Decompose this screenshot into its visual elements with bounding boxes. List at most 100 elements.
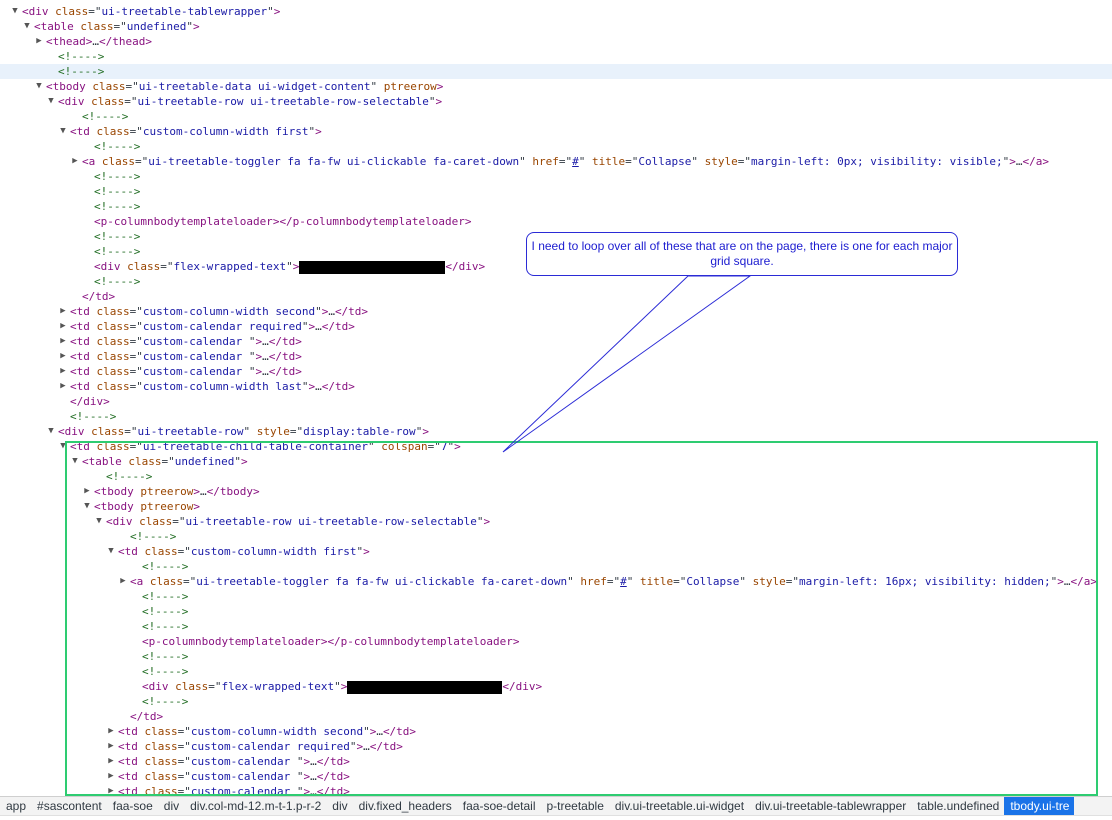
tree-node[interactable]: <!----> (0, 559, 1112, 574)
tree-node[interactable]: <!----> (0, 469, 1112, 484)
breadcrumb-item[interactable]: table.undefined (911, 797, 1004, 815)
expand-arrow-icon[interactable]: ▼ (58, 439, 68, 454)
tree-node[interactable]: ▶ <td class="custom-column-width last">…<… (0, 379, 1112, 394)
tree-node[interactable]: <!----> (0, 184, 1112, 199)
tree-node[interactable]: <!----> (0, 109, 1112, 124)
tree-node[interactable]: ▼ <table class="undefined"> (0, 19, 1112, 34)
tree-node[interactable]: ▶ <td class="custom-calendar ">…</td> (0, 334, 1112, 349)
breadcrumb-item[interactable]: faa-soe (107, 797, 158, 815)
collapse-arrow-icon[interactable]: ▶ (58, 349, 68, 364)
tree-node[interactable]: ▼ <td class="custom-column-width first"> (0, 544, 1112, 559)
tree-node[interactable]: <!----> (0, 409, 1112, 424)
collapse-arrow-icon[interactable]: ▶ (106, 724, 116, 739)
comment-node: <!----> (58, 65, 105, 78)
collapse-arrow-icon[interactable]: ▶ (106, 784, 116, 794)
tree-node[interactable]: ▶ <a class="ui-treetable-toggler fa fa-fw… (0, 154, 1112, 169)
tree-node[interactable]: <!----> (0, 64, 1112, 79)
tree-node[interactable]: ▶ <td class="custom-calendar required">…<… (0, 319, 1112, 334)
tree-node[interactable]: <!----> (0, 139, 1112, 154)
tree-node[interactable]: ▶ <td class="custom-column-width second">… (0, 724, 1112, 739)
breadcrumb-item[interactable]: div.ui-treetable-tablewrapper (749, 797, 911, 815)
collapse-arrow-icon[interactable]: ▶ (106, 754, 116, 769)
breadcrumb-item[interactable]: app (0, 797, 31, 815)
tree-node[interactable]: <!----> (0, 604, 1112, 619)
breadcrumb-item[interactable]: div.col-md-12.m-t-1.p-r-2 (184, 797, 326, 815)
attribute-name: colspan (381, 440, 428, 453)
breadcrumb-item[interactable]: tbody.ui-tre (1004, 797, 1075, 815)
tree-node[interactable]: <!----> (0, 664, 1112, 679)
collapse-arrow-icon[interactable]: ▶ (70, 154, 80, 169)
collapse-arrow-icon[interactable]: ▶ (58, 379, 68, 394)
tree-node[interactable]: ▶ <td class="custom-calendar ">…</td> (0, 754, 1112, 769)
expand-arrow-icon[interactable]: ▼ (70, 454, 80, 469)
tree-node[interactable]: </td> (0, 289, 1112, 304)
tree-node[interactable]: ▼ <tbody ptreerow> (0, 499, 1112, 514)
collapse-arrow-icon[interactable]: ▶ (58, 319, 68, 334)
collapse-arrow-icon[interactable]: ▶ (34, 34, 44, 49)
expand-arrow-icon[interactable]: ▼ (58, 124, 68, 139)
tree-node[interactable]: ▶ <tbody ptreerow>…</tbody> (0, 484, 1112, 499)
ellipsis: … (376, 725, 383, 738)
expand-arrow-icon[interactable]: ▼ (22, 19, 32, 34)
breadcrumb-item[interactable]: div (158, 797, 184, 815)
comment-node: <!----> (142, 650, 189, 663)
tree-node[interactable]: ▼ <td class="ui-treetable-child-table-con… (0, 439, 1112, 454)
tree-node[interactable]: ▶ <td class="custom-column-width second">… (0, 304, 1112, 319)
collapse-arrow-icon[interactable]: ▶ (106, 739, 116, 754)
tree-node[interactable]: ▼ <div class="ui-treetable-row ui-treetab… (0, 514, 1112, 529)
collapse-arrow-icon[interactable]: ▶ (58, 304, 68, 319)
tree-node[interactable]: ▶ <td class="custom-calendar ">…</td> (0, 769, 1112, 784)
tree-node[interactable]: ▶ <td class="custom-calendar required">…<… (0, 739, 1112, 754)
tree-node[interactable]: ▼ <tbody class="ui-treetable-data ui-widg… (0, 79, 1112, 94)
breadcrumb-item[interactable]: p-treetable (541, 797, 609, 815)
tree-node[interactable]: <!----> (0, 649, 1112, 664)
expand-arrow-icon[interactable]: ▼ (10, 4, 20, 19)
expand-arrow-icon[interactable]: ▼ (94, 514, 104, 529)
collapse-arrow-icon[interactable]: ▶ (106, 769, 116, 784)
tree-node[interactable]: <p-columnbodytemplateloader></p-columnbo… (0, 634, 1112, 649)
tree-node[interactable]: ▼ <table class="undefined"> (0, 454, 1112, 469)
tree-node[interactable]: ▶ <thead>…</thead> (0, 34, 1112, 49)
tree-node[interactable]: ▼ <td class="custom-column-width first"> (0, 124, 1112, 139)
expand-arrow-icon[interactable]: ▼ (82, 499, 92, 514)
expand-arrow-icon[interactable]: ▼ (46, 94, 56, 109)
tree-node[interactable]: </td> (0, 709, 1112, 724)
tree-node[interactable]: ▶ <td class="custom-calendar ">…</td> (0, 784, 1112, 794)
tree-node[interactable]: <!----> (0, 274, 1112, 289)
tree-node-text: <!----> (58, 64, 104, 79)
breadcrumb-item[interactable]: faa-soe-detail (457, 797, 541, 815)
tree-node[interactable]: ▶ <td class="custom-calendar ">…</td> (0, 364, 1112, 379)
collapse-arrow-icon[interactable]: ▶ (58, 334, 68, 349)
tree-node-text: <!----> (142, 559, 188, 574)
expand-arrow-icon[interactable]: ▼ (34, 79, 44, 94)
tree-node[interactable]: ▼ <div class="ui-treetable-row ui-treetab… (0, 94, 1112, 109)
ellipsis: … (1063, 575, 1071, 588)
tree-node[interactable]: ▼ <div class="ui-treetable-row" style="di… (0, 424, 1112, 439)
tree-node[interactable]: <!----> (0, 694, 1112, 709)
breadcrumb-item[interactable]: div.ui-treetable.ui-widget (609, 797, 749, 815)
tree-node[interactable]: <!----> (0, 199, 1112, 214)
tree-node[interactable]: <p-columnbodytemplateloader></p-columnbo… (0, 214, 1112, 229)
collapse-arrow-icon[interactable]: ▶ (58, 364, 68, 379)
expand-arrow-icon[interactable]: ▼ (46, 424, 56, 439)
breadcrumb-item[interactable]: #sascontent (31, 797, 107, 815)
tag-name: <thead (46, 35, 86, 48)
ellipsis: … (262, 335, 269, 348)
tree-node[interactable]: <!----> (0, 169, 1112, 184)
breadcrumb-item[interactable]: div (326, 797, 352, 815)
tree-node[interactable]: ▼ <div class="ui-treetable-tablewrapper"> (0, 4, 1112, 19)
expand-arrow-icon[interactable]: ▼ (106, 544, 116, 559)
tree-node[interactable]: ▶ <a class="ui-treetable-toggler fa fa-fw… (0, 574, 1112, 589)
tree-node[interactable]: </div> (0, 394, 1112, 409)
tag-name: <td (118, 770, 138, 783)
tree-node[interactable]: <!----> (0, 619, 1112, 634)
breadcrumb-item[interactable]: div.fixed_headers (353, 797, 457, 815)
tree-node[interactable]: <!----> (0, 49, 1112, 64)
tree-node[interactable]: <div class="flex-wrapped-text"> </div> (0, 679, 1112, 694)
tree-node[interactable]: <!----> (0, 589, 1112, 604)
tree-node[interactable]: <!----> (0, 529, 1112, 544)
tree-node-text: </div> (70, 394, 110, 409)
collapse-arrow-icon[interactable]: ▶ (82, 484, 92, 499)
tree-node[interactable]: ▶ <td class="custom-calendar ">…</td> (0, 349, 1112, 364)
collapse-arrow-icon[interactable]: ▶ (118, 574, 128, 589)
